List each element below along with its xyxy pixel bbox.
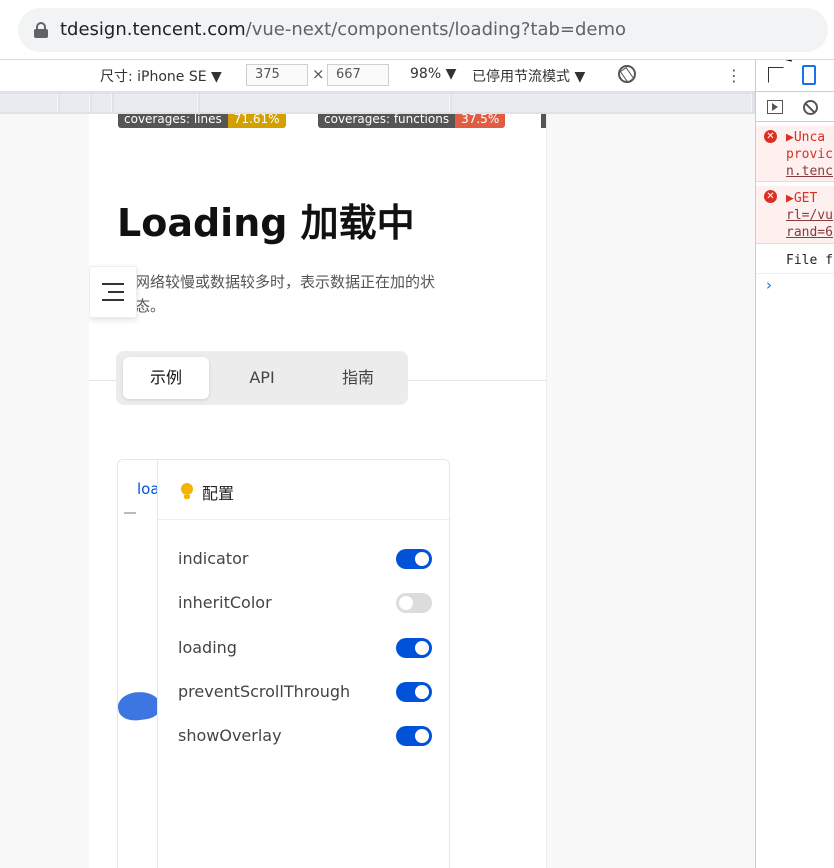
dimension-separator: × — [312, 65, 325, 83]
demo-preview: loa — [118, 460, 158, 868]
devtools-panel: ✕ ▶Unca provic n.tenc ✕ ▶GET rl=/vu rand… — [755, 60, 834, 868]
log-link[interactable]: rand=6 — [786, 225, 833, 240]
ruler-segment[interactable] — [60, 94, 90, 112]
config-label: preventScrollThrough — [178, 682, 351, 701]
console-error[interactable]: ✕ ▶GET rl=/vu rand=6 — [756, 186, 834, 244]
error-icon: ✕ — [764, 190, 777, 203]
url-path: /vue-next/components/loading?tab=demo — [245, 19, 627, 40]
url-field[interactable]: tdesign.tencent.com/vue-next/components/… — [18, 8, 828, 52]
device-select[interactable]: 尺寸: iPhone SE ▼ — [100, 66, 222, 86]
loading-switch[interactable] — [396, 638, 432, 658]
console-toolbar — [756, 92, 834, 122]
mouse-cursor-icon — [783, 60, 796, 65]
showoverlay-switch[interactable] — [396, 726, 432, 746]
menu-indent-icon — [102, 283, 124, 285]
ruler-segment[interactable] — [0, 94, 58, 112]
tab-demo[interactable]: 示例 — [123, 357, 209, 399]
loading-spinner — [118, 689, 157, 723]
demo-card: loa 配置 indicator inheritColor loading pr… — [117, 459, 451, 868]
config-row-inheritcolor: inheritColor — [178, 591, 438, 615]
console-error[interactable]: ✕ ▶Unca provic n.tenc — [756, 126, 834, 182]
indicator-switch[interactable] — [396, 549, 432, 569]
log-line: provic — [786, 147, 833, 162]
menu-indent-icon-bar — [108, 291, 124, 293]
tab-guide[interactable]: 指南 — [315, 357, 401, 399]
demo-tab-indicator — [124, 512, 136, 514]
config-row-showoverlay: showOverlay — [178, 724, 438, 748]
inspect-element-icon[interactable] — [768, 67, 784, 83]
config-label: showOverlay — [178, 726, 282, 745]
device-toolbar: 尺寸: iPhone SE ▼ 375 × 667 98% ▼ 已停用节流模式 … — [0, 60, 755, 92]
log-line: File f — [786, 253, 833, 268]
demo-tab-label[interactable]: loa — [137, 480, 157, 498]
toc-toggle-button[interactable] — [89, 266, 137, 318]
preventscrollthrough-switch[interactable] — [396, 682, 432, 702]
config-row-indicator: indicator — [178, 547, 438, 571]
page-title: Loading 加载中 — [117, 201, 415, 245]
console-message: File f — [756, 248, 834, 274]
console-prompt[interactable]: › — [766, 276, 772, 294]
config-label: inheritColor — [178, 593, 272, 612]
device-toggle-icon[interactable] — [802, 65, 816, 85]
ruler-segment[interactable] — [92, 94, 112, 112]
config-row-loading: loading — [178, 636, 438, 660]
config-label: loading — [178, 638, 237, 657]
rotate-icon[interactable] — [618, 65, 636, 83]
throttle-select[interactable]: 已停用节流模式 ▼ — [472, 66, 585, 86]
devtools-toolbar — [756, 60, 834, 92]
menu-indent-icon-bar — [102, 299, 124, 301]
zoom-select[interactable]: 98% ▼ — [410, 66, 456, 82]
ruler-segment[interactable] — [200, 94, 450, 112]
ruler-segment[interactable] — [452, 94, 752, 112]
browser-address-bar: tdesign.tencent.com/vue-next/components/… — [0, 0, 834, 60]
badge-label: coverages: functions — [318, 114, 456, 128]
lightbulb-icon — [180, 483, 194, 501]
config-label: indicator — [178, 549, 249, 568]
more-options-icon[interactable]: ⋮ — [726, 66, 742, 85]
page-description: 网络较慢或数据较多时，表示数据正在加的状态。 — [135, 273, 436, 315]
height-input[interactable]: 667 — [327, 64, 389, 86]
config-header: 配置 — [158, 460, 451, 520]
clear-console-icon[interactable] — [803, 100, 818, 115]
badge-value: 37.5% — [455, 114, 506, 128]
ruler-segment[interactable] — [114, 94, 198, 112]
log-line: ▶Unca — [786, 130, 826, 145]
url-host: tdesign.tencent.com — [60, 19, 246, 40]
log-line: ▶GET — [786, 191, 818, 206]
badge-label: coverages: lines — [118, 114, 228, 128]
badge-value: 71.61% — [227, 114, 286, 128]
config-row-preventscrollthrough: preventScrollThrough — [178, 680, 438, 704]
badge-edge — [541, 114, 546, 128]
log-link[interactable]: rl=/vu — [786, 208, 833, 223]
media-query-ruler — [0, 92, 755, 114]
tab-api[interactable]: API — [219, 357, 305, 399]
url-text[interactable]: tdesign.tencent.com/vue-next/components/… — [60, 19, 626, 40]
error-icon: ✕ — [764, 130, 777, 143]
log-link[interactable]: n.tenc — [786, 164, 833, 179]
coverage-badge-functions[interactable]: coverages: functions 37.5% — [318, 114, 506, 128]
device-viewport: coverages: lines 71.61% coverages: funct… — [89, 114, 547, 868]
inheritcolor-switch[interactable] — [396, 593, 432, 613]
sidebar-toggle-icon[interactable] — [767, 100, 783, 114]
doc-tabs: 示例 API 指南 — [116, 351, 408, 405]
lock-icon[interactable] — [34, 22, 48, 38]
coverage-badge-lines[interactable]: coverages: lines 71.61% — [118, 114, 286, 128]
width-input[interactable]: 375 — [246, 64, 308, 86]
config-title: 配置 — [202, 484, 235, 503]
